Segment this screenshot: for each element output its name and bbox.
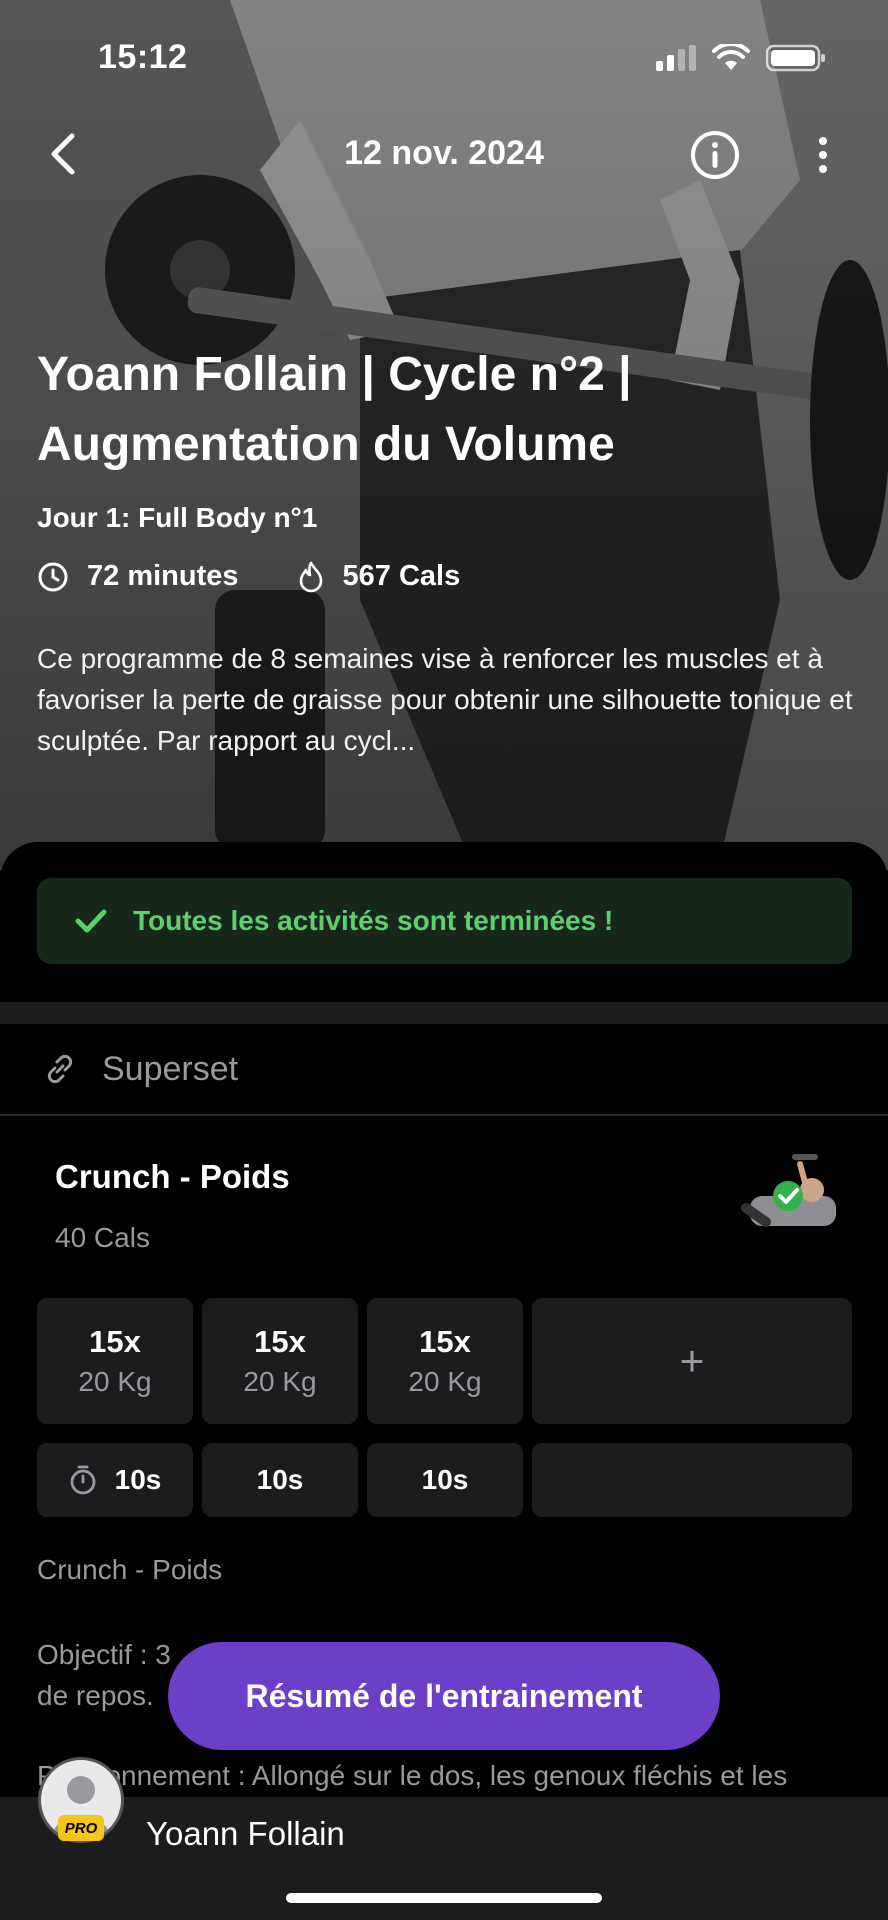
user-bar[interactable]: PRO Yoann Follain <box>0 1757 888 1920</box>
exercise-thumbnail[interactable] <box>740 1142 846 1258</box>
sets-row: 15x 20 Kg 15x 20 Kg 15x 20 Kg + <box>37 1298 852 1424</box>
status-time: 15:12 <box>98 38 188 76</box>
rest-card-1[interactable]: 10s <box>37 1443 193 1517</box>
exercise-calories: 40 Cals <box>55 1222 150 1253</box>
nav-date-title: 12 nov. 2024 <box>344 134 544 172</box>
completion-banner: Toutes les activités sont terminées ! <box>37 878 852 964</box>
more-dot-icon <box>819 137 827 145</box>
status-bar: 15:12 <box>0 0 888 120</box>
plus-icon: + <box>679 1337 705 1384</box>
program-title: Yoann Follain | Cycle n°2 | Augmentation… <box>37 348 632 471</box>
set-card-1[interactable]: 15x 20 Kg <box>37 1298 193 1424</box>
program-duration: 72 minutes <box>87 560 239 592</box>
set-card-2[interactable]: 15x 20 Kg <box>202 1298 358 1424</box>
flame-icon <box>299 561 322 592</box>
home-indicator <box>286 1893 602 1903</box>
workout-summary-button[interactable]: Résumé de l'entrainement <box>168 1642 720 1750</box>
info-icon <box>691 131 739 179</box>
top-nav: 12 nov. 2024 <box>0 120 888 190</box>
more-dot-icon <box>819 151 827 159</box>
info-button[interactable] <box>688 128 742 182</box>
exercise-position: Positionnement : Allongé sur le dos, les… <box>37 1760 788 1791</box>
battery-icon <box>766 44 825 72</box>
rest-card-empty <box>532 1443 852 1517</box>
pro-badge: PRO <box>58 1815 104 1841</box>
more-dot-icon <box>819 165 827 173</box>
cellular-signal-icon <box>656 45 696 71</box>
more-options-button[interactable] <box>806 128 840 182</box>
clock-icon <box>38 562 68 591</box>
set-card-3[interactable]: 15x 20 Kg <box>367 1298 523 1424</box>
link-icon <box>47 1054 73 1084</box>
program-description[interactable]: Ce programme de 8 semaines vise à renfor… <box>37 638 857 761</box>
program-calories: 567 Cals <box>342 560 461 592</box>
timer-icon <box>70 1465 96 1495</box>
completion-text: Toutes les activités sont terminées ! <box>133 905 614 936</box>
superset-label: Superset <box>102 1049 239 1088</box>
superset-header[interactable]: Superset <box>0 1024 888 1116</box>
program-day: Jour 1: Full Body n°1 <box>37 502 318 533</box>
exercise-instructions-title: Crunch - Poids <box>37 1554 223 1585</box>
hero-banner: 15:12 12 nov. 2024 Yoann Follain | Cycle… <box>0 0 888 870</box>
rest-row: 10s 10s 10s <box>37 1443 852 1517</box>
rest-card-2[interactable]: 10s <box>202 1443 358 1517</box>
rest-card-3[interactable]: 10s <box>367 1443 523 1517</box>
user-name: Yoann Follain <box>146 1815 345 1852</box>
exercise-title[interactable]: Crunch - Poids <box>55 1158 290 1196</box>
wifi-icon <box>712 44 750 70</box>
program-meta: 72 minutes 567 Cals <box>37 560 518 593</box>
workout-content: Toutes les activités sont terminées ! Su… <box>0 842 888 1920</box>
add-set-button[interactable]: + <box>532 1298 852 1424</box>
checkmark-icon <box>75 909 107 933</box>
section-divider <box>0 1002 888 1024</box>
